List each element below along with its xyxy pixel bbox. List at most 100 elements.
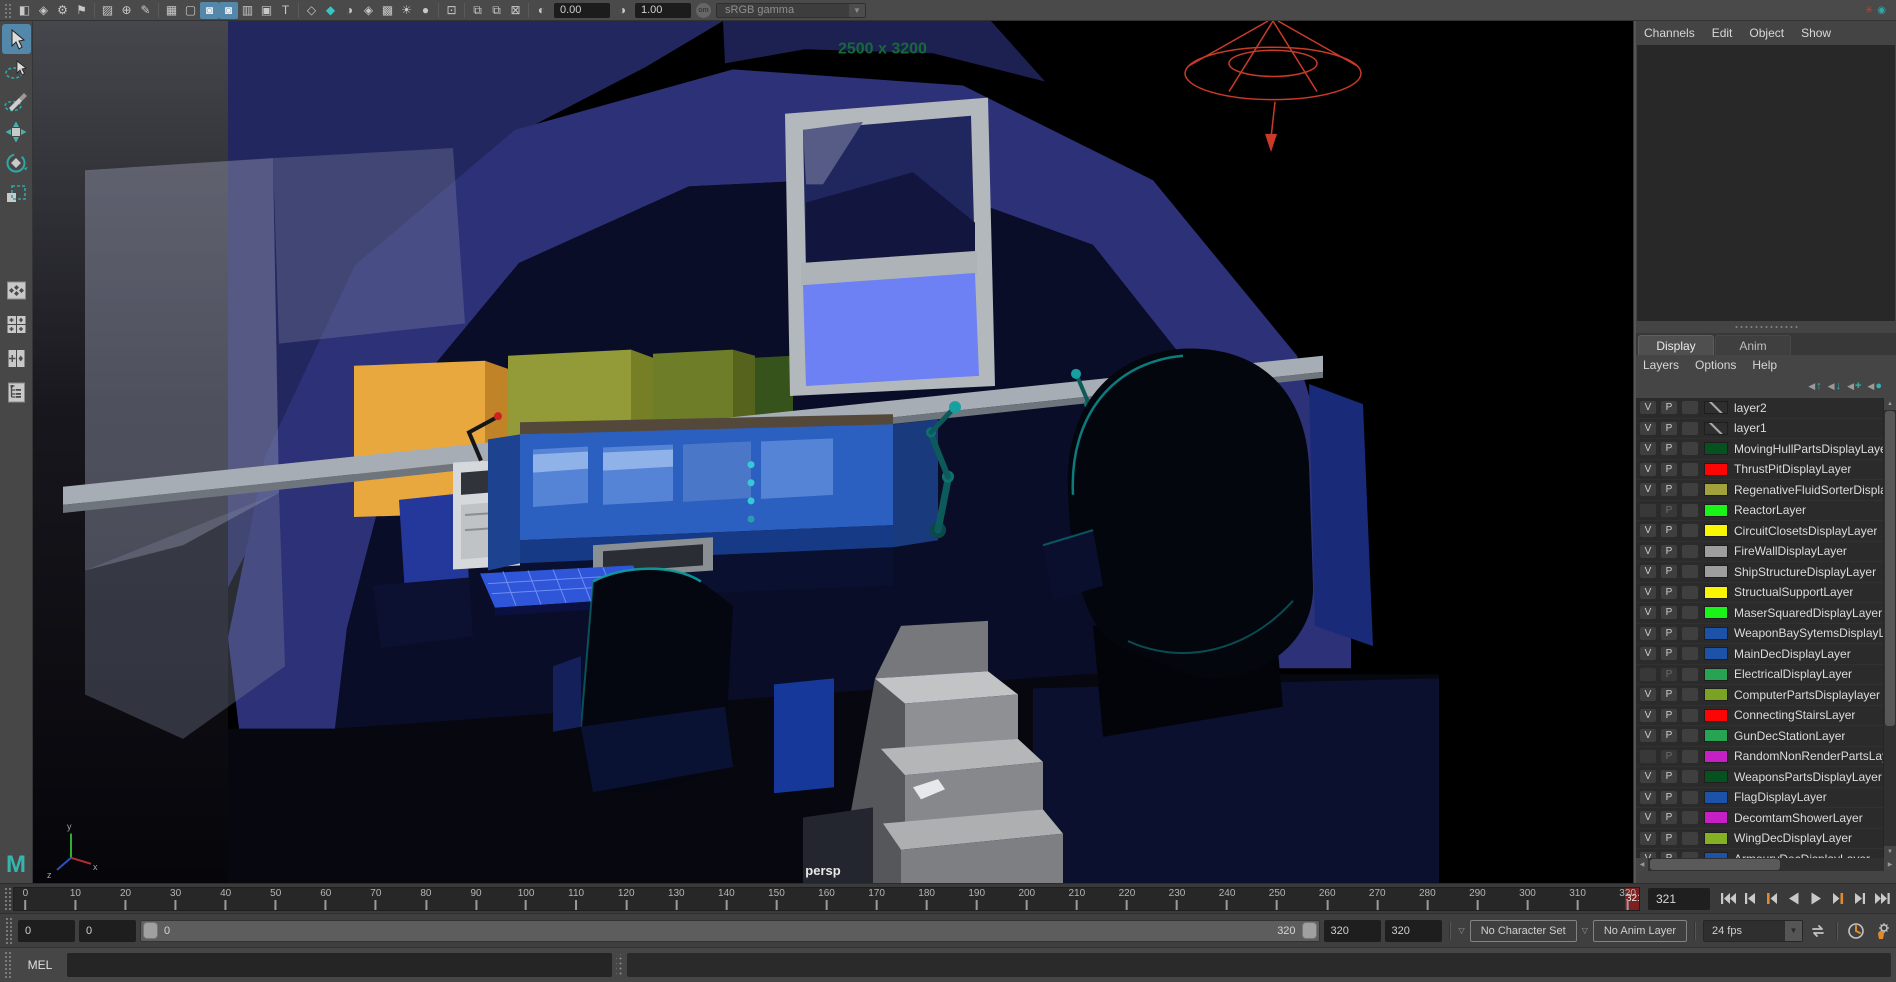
play-forwards-button[interactable] (1806, 889, 1826, 909)
command-line-mode-label[interactable]: MEL (17, 958, 63, 972)
layer-playback-toggle[interactable]: P (1660, 687, 1678, 702)
layer-row[interactable]: VPFlagDisplayLayer (1636, 788, 1883, 809)
layer-color-swatch[interactable] (1704, 750, 1728, 763)
scroll-right-arrow[interactable]: ▶ (1884, 858, 1896, 871)
layer-row[interactable]: PReactorLayer (1636, 501, 1883, 522)
layer-row[interactable]: VPMovingHullPartsDisplayLayer (1636, 439, 1883, 460)
layer-name[interactable]: ShipStructureDisplayLayer (1734, 565, 1876, 579)
step-back-frame-button[interactable] (1740, 889, 1760, 909)
layer-playback-toggle[interactable]: P (1660, 728, 1678, 743)
layer-name[interactable]: WeaponsPartsDisplayLayer (1734, 770, 1882, 784)
color-management-badge[interactable]: om (696, 3, 711, 18)
layer-extra-toggle[interactable] (1681, 790, 1699, 805)
wireframe-on-shaded-icon[interactable]: ◈ (359, 2, 378, 19)
range-end-handle[interactable] (1302, 922, 1317, 939)
layer-color-swatch[interactable] (1704, 606, 1728, 619)
layer-playback-toggle[interactable]: P (1660, 810, 1678, 825)
dropdown-arrow-icon[interactable]: ▼ (849, 4, 865, 17)
layer-color-swatch[interactable] (1704, 463, 1728, 476)
layer-name[interactable]: layer1 (1734, 421, 1767, 435)
layer-color-swatch[interactable] (1704, 586, 1728, 599)
layer-name[interactable]: WingDecDisplayLayer (1734, 831, 1852, 845)
gamma-field[interactable]: 1.00 (635, 3, 691, 18)
layer-extra-toggle[interactable] (1681, 585, 1699, 600)
layer-color-swatch[interactable] (1704, 832, 1728, 845)
go-to-start-button[interactable] (1718, 889, 1738, 909)
safe-action-icon[interactable]: ▣ (257, 2, 276, 19)
layer-extra-toggle[interactable] (1681, 646, 1699, 661)
layer-playback-toggle[interactable]: P (1660, 544, 1678, 559)
image-plane-icon[interactable]: ▨ (98, 2, 117, 19)
layer-row[interactable]: VPStructualSupportLayer (1636, 583, 1883, 604)
layer-visibility-toggle[interactable]: V (1639, 728, 1657, 743)
playback-end-field[interactable]: 320 (1324, 920, 1381, 942)
layer-color-swatch[interactable] (1704, 770, 1728, 783)
bookmark-icon[interactable]: ⚑ (72, 2, 91, 19)
layer-playback-toggle[interactable]: P (1660, 667, 1678, 682)
lighting-icon[interactable]: ☀ (397, 2, 416, 19)
layer-menu-help[interactable]: Help (1752, 358, 1777, 372)
dropdown-arrow-icon[interactable]: ▼ (1785, 921, 1802, 941)
layer-color-swatch[interactable] (1704, 811, 1728, 824)
layer-color-swatch[interactable] (1704, 729, 1728, 742)
layer-name[interactable]: WeaponBaySytemsDisplayLaye (1734, 626, 1883, 640)
layer-extra-toggle[interactable] (1681, 564, 1699, 579)
layer-visibility-toggle[interactable]: V (1639, 421, 1657, 436)
gate-mask-icon[interactable]: ◙ (219, 2, 238, 19)
layer-row[interactable]: VPWeaponBaySytemsDisplayLaye (1636, 624, 1883, 645)
layer-visibility-toggle[interactable] (1639, 503, 1657, 518)
layer-visibility-toggle[interactable] (1639, 667, 1657, 682)
layer-playback-toggle[interactable]: P (1660, 503, 1678, 518)
layer-extra-toggle[interactable] (1681, 462, 1699, 477)
layer-add-selected-icon[interactable]: ◀● (1867, 380, 1882, 392)
xray-inactive-icon[interactable]: ⧉ (487, 2, 506, 19)
xray-icon[interactable]: ⧉ (468, 2, 487, 19)
layer-row[interactable]: VPDecomtamShowerLayer (1636, 808, 1883, 829)
layer-color-swatch[interactable] (1704, 668, 1728, 681)
range-slider[interactable]: 0 320 (140, 920, 1320, 942)
layer-name[interactable]: layer2 (1734, 401, 1767, 415)
use-default-material-icon[interactable]: ▩ (378, 2, 397, 19)
layer-row[interactable]: VPFireWallDisplayLayer (1636, 542, 1883, 563)
shadows-icon[interactable]: ● (416, 2, 435, 19)
layer-color-swatch[interactable] (1704, 504, 1728, 517)
layer-row[interactable]: VPlayer2 (1636, 398, 1883, 419)
layer-row[interactable]: PRandomNonRenderPartsLayer (1636, 747, 1883, 768)
layer-visibility-toggle[interactable]: V (1639, 400, 1657, 415)
layer-visibility-toggle[interactable]: V (1639, 851, 1657, 858)
layer-row[interactable]: PElectricalDisplayLayer (1636, 665, 1883, 686)
layer-extra-toggle[interactable] (1681, 626, 1699, 641)
layer-color-swatch[interactable] (1704, 565, 1728, 578)
layer-extra-toggle[interactable] (1681, 728, 1699, 743)
layer-color-swatch[interactable] (1704, 545, 1728, 558)
layer-visibility-toggle[interactable]: V (1639, 831, 1657, 846)
layer-playback-toggle[interactable]: P (1660, 482, 1678, 497)
layer-extra-toggle[interactable] (1681, 708, 1699, 723)
layer-name[interactable]: MainDecDisplayLayer (1734, 647, 1851, 661)
layer-extra-toggle[interactable] (1681, 421, 1699, 436)
select-camera-icon[interactable]: ◧ (15, 2, 34, 19)
layer-visibility-toggle[interactable]: V (1639, 482, 1657, 497)
layer-extra-toggle[interactable] (1681, 851, 1699, 858)
move-tool[interactable] (2, 117, 31, 147)
two-pane-layout[interactable] (2, 342, 31, 374)
layer-visibility-toggle[interactable]: V (1639, 462, 1657, 477)
safe-title-icon[interactable]: T (276, 2, 295, 19)
fps-dropdown[interactable]: 24 fps▼ (1703, 920, 1803, 942)
isolate-select-icon[interactable]: ⊡ (442, 2, 461, 19)
step-back-key-button[interactable] (1762, 889, 1782, 909)
layer-visibility-toggle[interactable]: V (1639, 708, 1657, 723)
layer-row[interactable]: VPRegenativeFluidSorterDisplayL (1636, 480, 1883, 501)
gamma-dropdown[interactable]: sRGB gamma▼ (716, 3, 866, 18)
layer-list-vertical-scrollbar[interactable]: ▲ ▼ (1883, 398, 1896, 858)
scroll-up-arrow[interactable]: ▲ (1884, 398, 1896, 410)
layer-row[interactable]: VPThrustPitDisplayLayer (1636, 460, 1883, 481)
scale-tool[interactable] (2, 179, 31, 209)
shaded-icon[interactable]: ◆ (321, 2, 340, 19)
grease-pencil-icon[interactable]: ✎ (136, 2, 155, 19)
layer-row[interactable]: VPlayer1 (1636, 419, 1883, 440)
layer-visibility-toggle[interactable]: V (1639, 646, 1657, 661)
vertical-scroll-thumb[interactable] (1885, 411, 1895, 726)
layer-color-swatch[interactable] (1704, 442, 1728, 455)
layer-row[interactable]: VPShipStructureDisplayLayer (1636, 562, 1883, 583)
